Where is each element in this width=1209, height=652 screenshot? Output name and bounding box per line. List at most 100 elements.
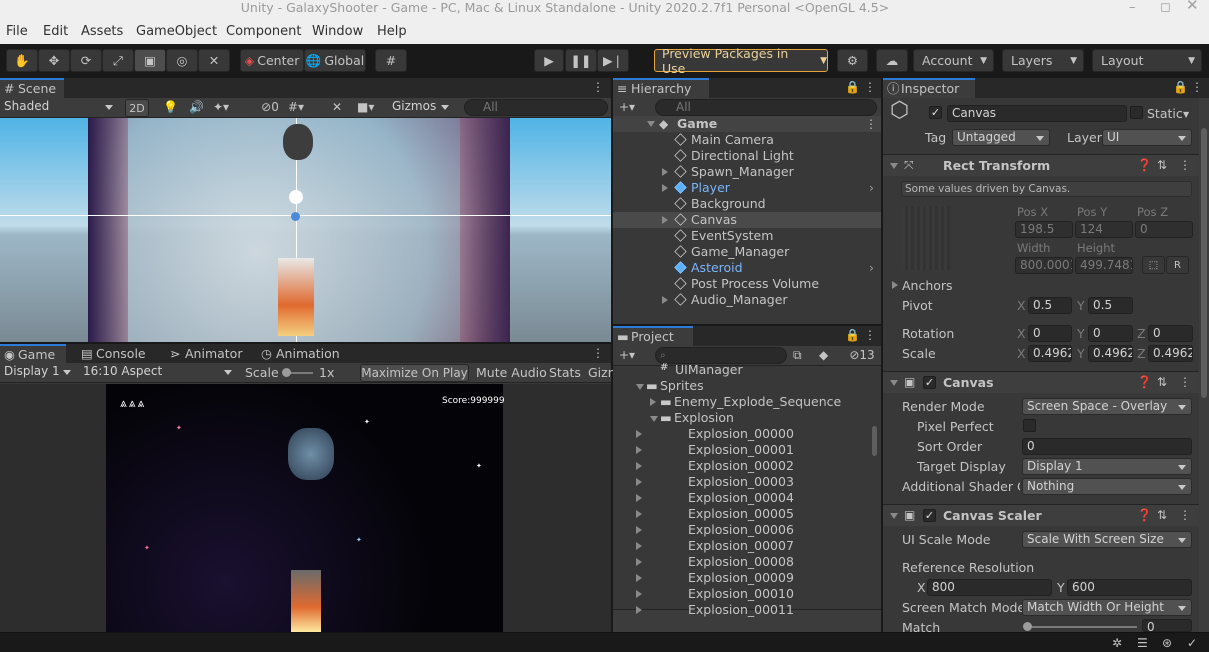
scale-x-field[interactable]: 0.4962 [1028, 345, 1072, 362]
cloud-icon[interactable]: ☁ [876, 49, 908, 72]
expand-arrow-icon[interactable] [650, 416, 658, 422]
debug-icon[interactable]: ✲ [1112, 636, 1122, 650]
canvas-enabled-checkbox[interactable]: ✓ [923, 376, 936, 389]
project-item[interactable]: Explosion_00003 [613, 474, 871, 490]
gizmos-dropdown[interactable]: Gizmos [388, 99, 454, 116]
2d-toggle[interactable]: 2D [125, 99, 149, 117]
pivot-handle[interactable] [291, 212, 300, 221]
expand-arrow-icon[interactable] [636, 558, 642, 566]
project-item[interactable]: Explosion_00007 [613, 538, 871, 554]
ui-scale-mode-dropdown[interactable]: Scale With Screen Size [1022, 531, 1192, 548]
settings-icon[interactable]: ⚙ [837, 49, 868, 72]
expand-arrow-icon[interactable] [636, 384, 644, 390]
anchor-presets-icon[interactable] [902, 206, 950, 270]
lock-icon[interactable]: 🔒 [845, 328, 860, 342]
expand-arrow-icon[interactable] [647, 121, 655, 127]
static-checkbox[interactable] [1130, 106, 1143, 119]
layers-stack-icon[interactable]: ☰ [1137, 636, 1148, 650]
expand-arrow-icon[interactable] [662, 168, 668, 176]
component-menu-icon[interactable]: ⋮ [1179, 158, 1191, 172]
account-dropdown[interactable]: Account ▼ [913, 49, 994, 72]
tab-animation[interactable]: ◷ Animation [258, 344, 340, 364]
grid-snap-icon[interactable]: # [375, 49, 407, 72]
expand-arrow-icon[interactable] [636, 462, 642, 470]
project-item[interactable]: Explosion_00010 [613, 586, 871, 602]
panel-menu-icon[interactable]: ⋮ [864, 80, 876, 94]
expand-arrow-icon[interactable] [662, 184, 668, 192]
hierarchy-item[interactable]: Canvas [613, 212, 881, 228]
rotation-y-field[interactable]: 0 [1088, 325, 1133, 342]
panel-menu-icon[interactable]: ⋮ [1191, 80, 1203, 94]
project-item[interactable]: Explosion_00001 [613, 442, 871, 458]
tag-dropdown[interactable]: Untagged [952, 129, 1050, 146]
hierarchy-item[interactable]: Post Process Volume [613, 276, 881, 292]
chevron-right-icon[interactable]: › [869, 180, 874, 195]
expand-arrow-icon[interactable] [636, 574, 642, 582]
tab-game[interactable]: ◉ Game [0, 344, 66, 364]
menu-component[interactable]: Component [226, 24, 301, 39]
expand-arrow-icon[interactable] [662, 216, 668, 224]
game-viewport[interactable]: ⩓⩓⩓ Score:999999 ✦ ✦ ✦ ✦ ✦ [106, 384, 505, 632]
add-icon[interactable]: +▾ [619, 100, 635, 114]
project-item[interactable]: Explosion_00000 [613, 426, 871, 442]
collapse-arrow-icon[interactable] [890, 163, 898, 169]
aspect-dropdown[interactable]: 16:10 Aspect [79, 364, 237, 381]
anchors-label[interactable]: Anchors [902, 278, 953, 293]
hierarchy-search-input[interactable]: All [655, 99, 877, 116]
scene-row[interactable]: ◆ Game ⋮ [613, 116, 881, 132]
add-icon[interactable]: +▾ [619, 348, 635, 362]
mute-audio-toggle[interactable]: Mute Audio [476, 365, 547, 380]
maximize-icon[interactable]: ◻ [1160, 0, 1171, 16]
minimize-icon[interactable]: – [1129, 0, 1136, 16]
effects-icon[interactable]: ✦▾ [213, 100, 229, 114]
hierarchy-item[interactable]: Spawn_Manager [613, 164, 881, 180]
scene-viewport[interactable] [0, 118, 611, 342]
project-item[interactable]: Explosion_00009 [613, 570, 871, 586]
additional-shader-dropdown[interactable]: Nothing [1022, 478, 1192, 495]
hierarchy-item[interactable]: Game_Manager [613, 244, 881, 260]
rect-transform-header[interactable]: ⤧ Rect Transform ❓ ⇅ ⋮ [883, 154, 1199, 176]
menu-gameobject[interactable]: GameObject [136, 24, 217, 39]
project-item[interactable]: ▬ Sprites [613, 378, 871, 394]
width-field[interactable]: 800.0001 [1015, 257, 1073, 274]
menu-window[interactable]: Window [312, 24, 363, 39]
layer-dropdown[interactable]: UI [1102, 129, 1192, 146]
expand-arrow-icon[interactable] [636, 510, 642, 518]
scene-menu-icon[interactable]: ⋮ [865, 117, 877, 131]
step-button[interactable]: ▶❘ [597, 49, 629, 72]
active-checkbox[interactable]: ✓ [929, 106, 942, 119]
close-icon[interactable]: ✕ [1186, 0, 1199, 13]
display-dropdown[interactable]: Display 1 [0, 364, 76, 381]
posy-field[interactable]: 124 [1075, 221, 1133, 238]
preset-icon[interactable]: ⇅ [1157, 508, 1167, 522]
scene-search-input[interactable]: All [464, 99, 608, 116]
shading-mode-dropdown[interactable]: Shaded [0, 99, 118, 116]
tab-hierarchy[interactable]: ≡ Hierarchy [613, 78, 709, 98]
target-display-dropdown[interactable]: Display 1 [1022, 458, 1192, 475]
chevron-right-icon[interactable]: › [869, 260, 874, 275]
stats-toggle[interactable]: Stats [549, 365, 581, 380]
collapse-arrow-icon[interactable] [890, 513, 898, 519]
project-item[interactable]: Explosion_00011 [613, 602, 871, 618]
expand-arrow-icon[interactable] [650, 398, 656, 406]
hand-tool-icon[interactable]: ✋ [6, 49, 38, 72]
chevron-down-icon[interactable]: ▼ [1183, 108, 1189, 122]
scale-z-field[interactable]: 0.4962 [1148, 345, 1193, 362]
project-item[interactable]: Explosion_00008 [613, 554, 871, 570]
component-menu-icon[interactable]: ⋮ [1179, 508, 1191, 522]
menu-help[interactable]: Help [377, 24, 407, 39]
rect-tool-icon[interactable]: ▣ [134, 49, 166, 72]
tab-inspector[interactable]: ⓘ Inspector [883, 78, 975, 98]
tools-icon[interactable]: ✕ [332, 100, 342, 114]
grid-icon[interactable]: #▾ [288, 100, 304, 114]
panel-menu-icon[interactable]: ⋮ [592, 80, 604, 94]
screen-match-mode-dropdown[interactable]: Match Width Or Height [1022, 599, 1192, 616]
component-menu-icon[interactable]: ⋮ [1179, 375, 1191, 389]
reference-y-field[interactable]: 600 [1067, 579, 1192, 596]
rotate-tool-icon[interactable]: ⟳ [70, 49, 102, 72]
help-icon[interactable]: ❓ [1137, 375, 1152, 389]
tab-project[interactable]: ▬ Project [613, 326, 693, 346]
posz-field[interactable]: 0 [1135, 221, 1193, 238]
menu-edit[interactable]: Edit [43, 24, 68, 39]
height-field[interactable]: 499.7481 [1075, 257, 1133, 274]
